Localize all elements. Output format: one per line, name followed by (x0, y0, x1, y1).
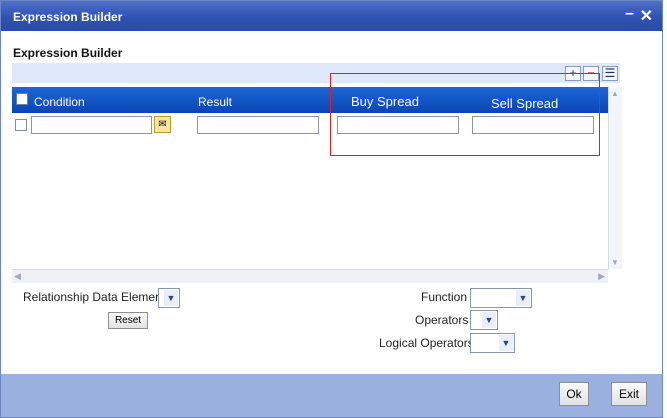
result-input[interactable] (197, 116, 319, 134)
operators-label: Operators (415, 313, 469, 327)
minimize-icon[interactable]: – (625, 5, 634, 23)
add-row-icon[interactable]: + (565, 66, 581, 81)
function-select[interactable]: ▼ (470, 288, 532, 308)
grid-header: Condition Result Buy Spread Sell Spread (12, 87, 608, 113)
operators-select[interactable]: ▼ (470, 310, 498, 330)
close-icon[interactable]: ✕ (640, 6, 653, 26)
chevron-down-icon[interactable]: ▼ (482, 312, 496, 328)
section-title: Expression Builder (13, 46, 123, 60)
column-header-condition[interactable]: Condition (34, 95, 85, 109)
vertical-scrollbar[interactable]: ▲ ▼ (608, 87, 622, 269)
chevron-down-icon[interactable]: ▼ (516, 290, 530, 306)
relationship-data-element-label: Relationship Data Element (23, 290, 166, 304)
scroll-up-icon[interactable]: ▲ (611, 89, 619, 98)
function-label: Function (421, 290, 468, 304)
sell-spread-input[interactable] (472, 116, 594, 134)
buy-spread-input[interactable] (337, 116, 459, 134)
delete-row-icon[interactable]: − (583, 66, 599, 81)
view-details-icon[interactable]: ☰ (602, 66, 618, 81)
grid-body: ✉ (12, 113, 608, 269)
window-title: Expression Builder (13, 10, 123, 24)
reset-button[interactable]: Reset (108, 312, 148, 329)
grid-toolbar: + − ☰ (12, 63, 620, 83)
column-header-buy-spread[interactable]: Buy Spread (351, 94, 419, 109)
logical-operators-select[interactable]: ▼ (470, 333, 515, 353)
column-header-sell-spread[interactable]: Sell Spread (491, 96, 558, 111)
scroll-down-icon[interactable]: ▼ (611, 258, 619, 267)
row-checkbox[interactable] (15, 119, 27, 131)
logical-operators-label: Logical Operators (379, 336, 474, 350)
exit-button[interactable]: Exit (611, 382, 647, 406)
expression-builder-window: Expression Builder – ✕ Expression Builde… (0, 0, 663, 418)
condition-input[interactable] (31, 116, 152, 134)
title-bar: Expression Builder – ✕ (1, 1, 662, 31)
ok-button[interactable]: Ok (559, 382, 589, 406)
select-all-checkbox[interactable] (16, 93, 28, 105)
chevron-down-icon[interactable]: ▼ (499, 335, 513, 351)
column-header-result[interactable]: Result (198, 95, 232, 109)
relationship-data-element-select[interactable]: ▼ (158, 288, 180, 308)
condition-lookup-icon[interactable]: ✉ (154, 116, 171, 133)
horizontal-scrollbar[interactable]: ◀ ▶ (12, 269, 608, 283)
scroll-right-icon[interactable]: ▶ (598, 271, 605, 282)
scroll-left-icon[interactable]: ◀ (14, 271, 21, 282)
chevron-down-icon[interactable]: ▼ (164, 290, 178, 306)
